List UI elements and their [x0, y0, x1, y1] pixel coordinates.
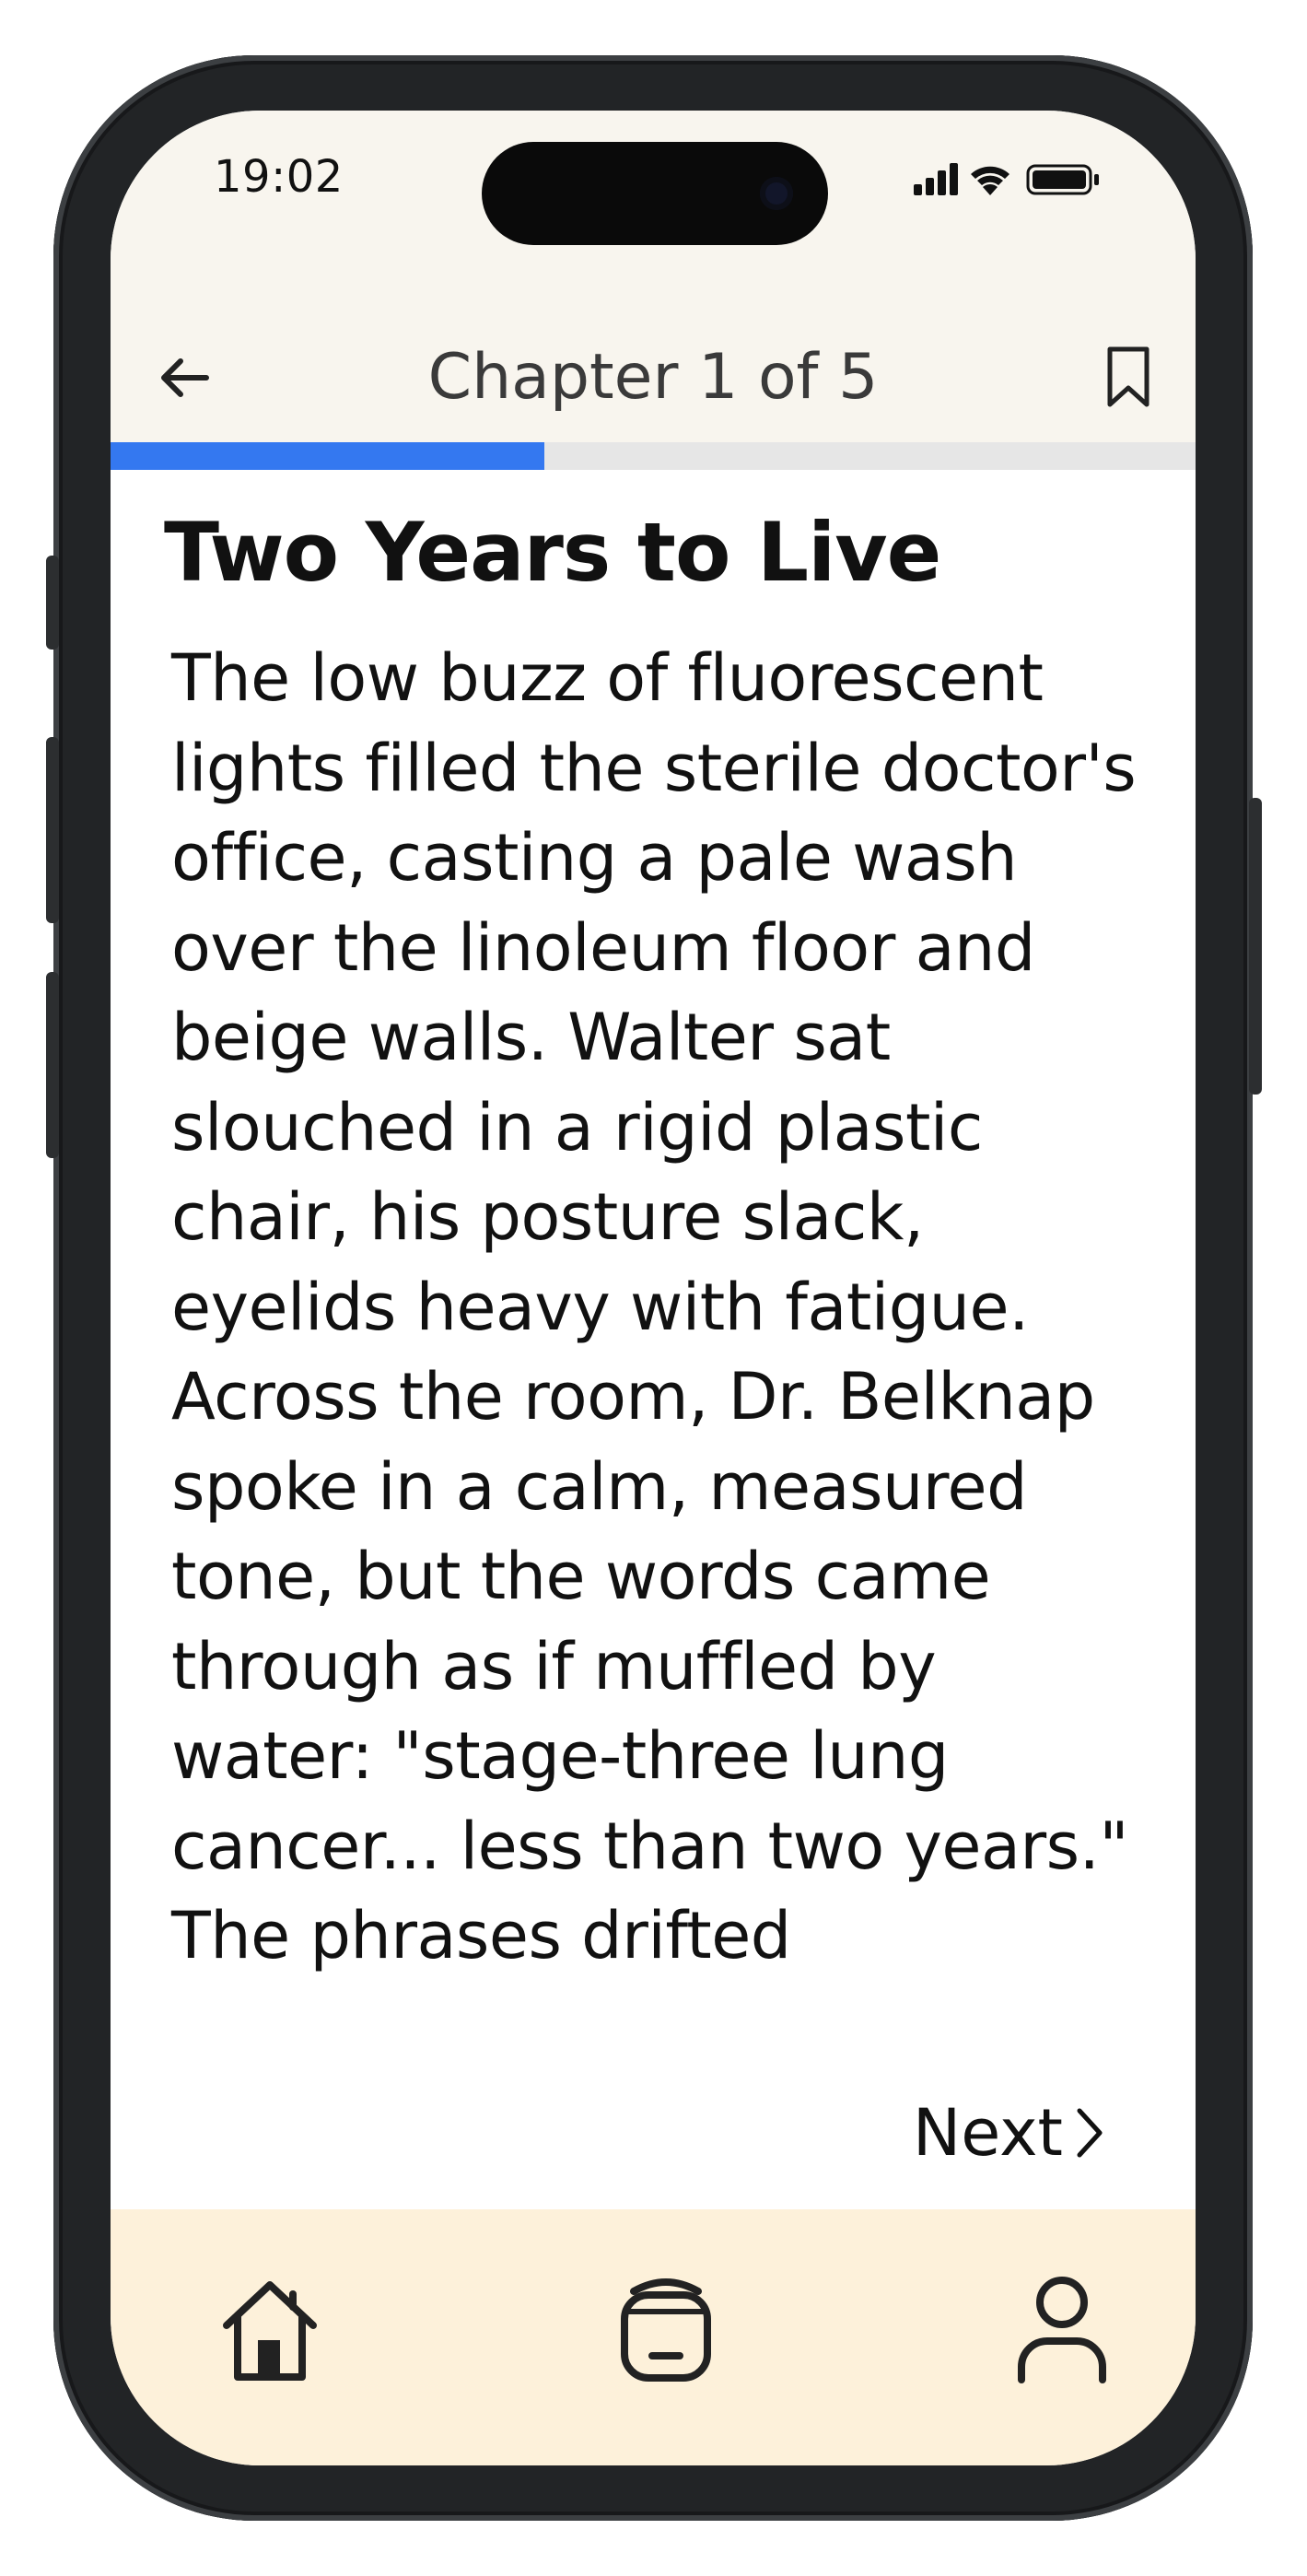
chapter-progress-fill — [111, 442, 545, 470]
story-text: The low buzz of fluorescent lights fille… — [171, 640, 1137, 1973]
arrow-left-icon — [161, 358, 209, 397]
reader-header: Chapter 1 of 5 — [111, 322, 1196, 433]
nav-home-button[interactable] — [205, 2265, 334, 2394]
chapter-indicator: Chapter 1 of 5 — [427, 341, 879, 414]
home-icon — [223, 2281, 317, 2381]
story-title: Two Years to Live — [164, 505, 941, 600]
power-button — [1249, 798, 1262, 1095]
next-button[interactable]: Next — [866, 2082, 1105, 2184]
reader-content: Two Years to Live The low buzz of fluore… — [164, 498, 1159, 1982]
chevron-right-icon — [1074, 2105, 1105, 2160]
chapter-progress-bar — [111, 442, 1196, 470]
bookmark-button[interactable] — [1087, 322, 1170, 433]
back-button[interactable] — [147, 322, 221, 433]
status-icons — [910, 158, 1122, 199]
status-time: 19:02 — [214, 151, 344, 203]
nav-profile-button[interactable] — [998, 2265, 1126, 2394]
battery-icon — [1026, 164, 1099, 195]
camera-icon — [760, 177, 793, 210]
volume-up-button — [46, 737, 59, 923]
dynamic-island — [482, 142, 828, 245]
screen: 19:02 Chapter 1 of 5 Two Years to Live T… — [111, 111, 1196, 2465]
volume-down-button — [46, 972, 59, 1158]
bottom-nav — [111, 2209, 1196, 2465]
action-button — [46, 556, 59, 650]
top-bar: 19:02 Chapter 1 of 5 — [111, 111, 1196, 442]
signal-icon — [914, 163, 958, 195]
bookmark-icon — [1107, 346, 1149, 407]
user-icon — [1018, 2277, 1106, 2383]
nav-library-button[interactable] — [601, 2265, 730, 2394]
library-icon — [621, 2278, 711, 2382]
next-label: Next — [912, 2095, 1063, 2171]
wifi-icon — [971, 166, 1009, 195]
